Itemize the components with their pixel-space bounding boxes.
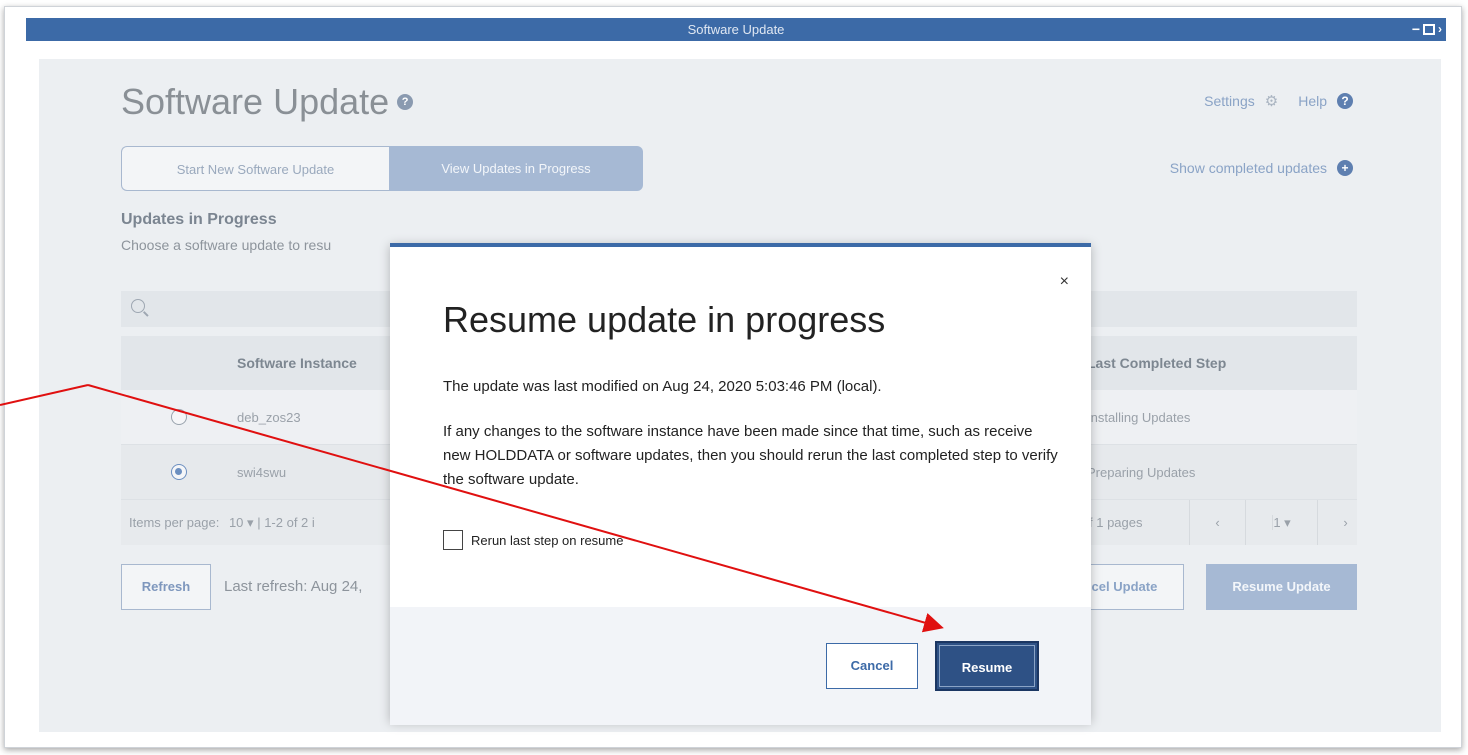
tab-view-updates-in-progress[interactable]: View Updates in Progress (389, 146, 643, 191)
cell-last-completed-step: Installing Updates (1087, 409, 1191, 425)
maximize-icon[interactable] (1423, 24, 1435, 35)
show-completed-link[interactable]: Show completed updates + (1170, 160, 1353, 176)
window-title: Software Update (687, 22, 785, 37)
items-per-page-select[interactable]: 10 ▾ (229, 515, 254, 530)
help-circle-icon[interactable]: ? (1337, 93, 1353, 109)
page-nav: ‹ 1 ▾ › (1189, 500, 1373, 545)
settings-link[interactable]: Settings (1204, 93, 1255, 109)
items-per-page-label: Items per page: (129, 514, 220, 530)
help-link[interactable]: Help (1298, 93, 1327, 109)
tab-start-new-update[interactable]: Start New Software Update (121, 146, 389, 191)
show-completed-label: Show completed updates (1169, 160, 1327, 176)
close-icon[interactable]: › (1438, 18, 1442, 41)
top-links: Settings ⚙ Help ? (1204, 92, 1353, 110)
search-icon (131, 299, 145, 313)
column-header-last-completed-step[interactable]: Last Completed Step (1087, 355, 1357, 371)
next-page-icon[interactable]: › (1317, 500, 1373, 545)
cancel-update-button[interactable]: Cancel Update (1084, 564, 1184, 610)
section-title: Updates in Progress (121, 211, 277, 228)
resume-update-dialog: × Resume update in progress The update w… (390, 243, 1091, 725)
refresh-button[interactable]: Refresh (121, 564, 211, 610)
pages-text: f 1 pages (1089, 515, 1143, 530)
last-refresh-text: Last refresh: Aug 24, (224, 578, 363, 595)
dialog-last-modified-text: The update was last modified on Aug 24, … (443, 378, 882, 395)
minimize-icon[interactable]: − (1412, 18, 1420, 41)
rerun-last-step-checkbox[interactable] (443, 530, 463, 550)
prev-page-icon[interactable]: ‹ (1189, 500, 1245, 545)
rerun-last-step-label: Rerun last step on resume (471, 532, 624, 548)
section-subtitle: Choose a software update to resu (121, 237, 332, 253)
page-title: Software Update ? (121, 81, 414, 123)
resume-update-button[interactable]: Resume Update (1206, 564, 1357, 610)
cell-last-completed-step: Preparing Updates (1087, 464, 1196, 480)
help-icon[interactable]: ? (397, 94, 414, 110)
resume-button[interactable]: Resume (935, 641, 1039, 691)
rerun-last-step-checkbox-row[interactable]: Rerun last step on resume (443, 530, 623, 550)
items-range: 1-2 of 2 i (264, 514, 315, 530)
dialog-footer: Cancel Resume (390, 607, 1091, 725)
window-titlebar: Software Update − › (26, 18, 1446, 41)
page-title-text: Software Update (121, 81, 390, 122)
chevron-down-icon: ▾ (247, 514, 254, 530)
row-radio-button[interactable] (171, 409, 187, 425)
cancel-button[interactable]: Cancel (826, 643, 918, 689)
close-icon[interactable]: × (1060, 273, 1069, 291)
page-select[interactable]: 1 ▾ (1245, 500, 1317, 545)
dialog-title: Resume update in progress (443, 299, 886, 340)
dialog-explanation-text: If any changes to the software instance … (443, 423, 1058, 488)
tab-group: Start New Software Update View Updates i… (121, 146, 643, 191)
window-controls: − › (1412, 18, 1442, 41)
row-radio-button-selected[interactable] (171, 464, 187, 480)
gear-icon[interactable]: ⚙ (1265, 92, 1278, 110)
plus-circle-icon: + (1337, 160, 1353, 176)
